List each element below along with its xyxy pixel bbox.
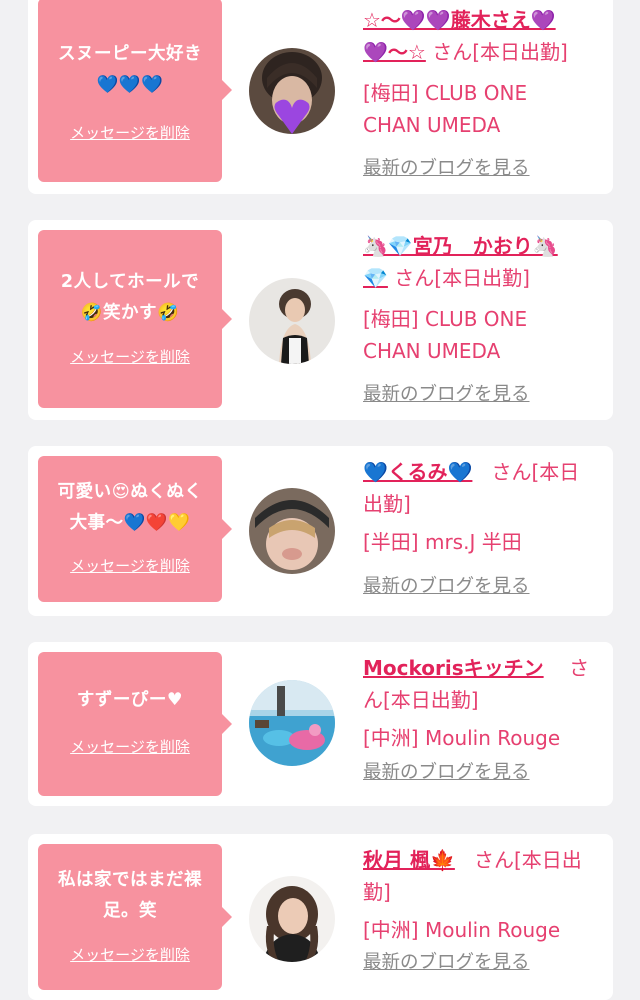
latest-blog-link[interactable]: 最新のブログを見る bbox=[363, 380, 530, 406]
latest-blog-link[interactable]: 最新のブログを見る bbox=[363, 948, 530, 974]
message-bubble: スヌーピー大好き 💙💙💙 メッセージを削除 bbox=[38, 0, 232, 182]
work-status: さん[本日出勤] bbox=[432, 40, 568, 64]
list-item: すずーぴー♥ メッセージを削除 Mockorisキッチン さん[本日出勤] [中… bbox=[28, 642, 613, 806]
avatar-photo bbox=[249, 680, 335, 766]
message-bubble: 私は家ではまだ裸 足。笑 メッセージを削除 bbox=[38, 844, 232, 990]
delete-message-link[interactable]: メッセージを削除 bbox=[38, 944, 222, 965]
message-bubble: 2人してホールで 🤣笑かす🤣 メッセージを削除 bbox=[38, 230, 232, 408]
list-item: 2人してホールで 🤣笑かす🤣 メッセージを削除 🦄💎宮乃 かおり🦄 💎 さん[本日… bbox=[28, 220, 613, 420]
list-item: スヌーピー大好き 💙💙💙 メッセージを削除 ☆〜💜💜藤木さえ💜 💜〜☆ さん[本日… bbox=[28, 0, 613, 194]
shop-name: [梅田] CLUB ONE CHAN UMEDA bbox=[363, 307, 528, 363]
shop-name: [中洲] Moulin Rouge bbox=[363, 726, 561, 750]
list-item: 可愛い😍ぬくぬく 大事〜💙❤️💛 メッセージを削除 💙くるみ💙 さん[本日 出勤]… bbox=[28, 446, 613, 616]
member-info: ☆〜💜💜藤木さえ💜 💜〜☆ さん[本日出勤] [梅田] CLUB ONE CHAN… bbox=[363, 4, 607, 141]
shop-name: [中洲] Moulin Rouge bbox=[363, 918, 561, 942]
member-info: 💙くるみ💙 さん[本日 出勤] [半田] mrs.J 半田 bbox=[363, 456, 607, 558]
avatar[interactable] bbox=[249, 278, 335, 364]
avatar-photo bbox=[249, 48, 335, 134]
message-bubble: すずーぴー♥ メッセージを削除 bbox=[38, 652, 232, 796]
member-name-link[interactable]: Mockorisキッチン bbox=[363, 656, 544, 680]
delete-message-link[interactable]: メッセージを削除 bbox=[38, 122, 222, 143]
avatar[interactable] bbox=[249, 488, 335, 574]
work-status: さん[本日出勤] bbox=[394, 266, 530, 290]
delete-message-link[interactable]: メッセージを削除 bbox=[38, 736, 222, 757]
avatar-photo bbox=[249, 488, 335, 574]
member-info: Mockorisキッチン さん[本日出勤] [中洲] Moulin Rouge bbox=[363, 652, 607, 754]
message-text: 可愛い😍ぬくぬく 大事〜💙❤️💛 bbox=[57, 482, 203, 533]
latest-blog-link[interactable]: 最新のブログを見る bbox=[363, 572, 530, 598]
message-bubble: 可愛い😍ぬくぬく 大事〜💙❤️💛 メッセージを削除 bbox=[38, 456, 232, 602]
message-text: 私は家ではまだ裸 足。笑 bbox=[58, 870, 202, 921]
latest-blog-link[interactable]: 最新のブログを見る bbox=[363, 154, 530, 180]
avatar[interactable] bbox=[249, 876, 335, 962]
member-name-link[interactable]: 💙くるみ💙 bbox=[363, 460, 472, 484]
member-info: 🦄💎宮乃 かおり🦄 💎 さん[本日出勤] [梅田] CLUB ONE CHAN U… bbox=[363, 230, 607, 367]
list-item: 私は家ではまだ裸 足。笑 メッセージを削除 秋月 楓🍁 さん[本日出 勤] [中洲… bbox=[28, 834, 613, 1000]
latest-blog-link[interactable]: 最新のブログを見る bbox=[363, 758, 530, 784]
message-text: 2人してホールで 🤣笑かす🤣 bbox=[60, 272, 200, 323]
avatar[interactable] bbox=[249, 680, 335, 766]
avatar-photo bbox=[249, 876, 335, 962]
shop-name: [梅田] CLUB ONE CHAN UMEDA bbox=[363, 81, 528, 137]
member-info: 秋月 楓🍁 さん[本日出 勤] [中洲] Moulin Rouge bbox=[363, 844, 607, 946]
delete-message-link[interactable]: メッセージを削除 bbox=[38, 555, 222, 576]
member-name-link[interactable]: 秋月 楓🍁 bbox=[363, 848, 455, 872]
message-text: スヌーピー大好き 💙💙💙 bbox=[58, 44, 202, 95]
avatar-photo bbox=[249, 278, 335, 364]
message-text: すずーぴー♥ bbox=[76, 690, 184, 710]
avatar[interactable] bbox=[249, 48, 335, 134]
delete-message-link[interactable]: メッセージを削除 bbox=[38, 346, 222, 367]
shop-name: [半田] mrs.J 半田 bbox=[363, 530, 522, 554]
